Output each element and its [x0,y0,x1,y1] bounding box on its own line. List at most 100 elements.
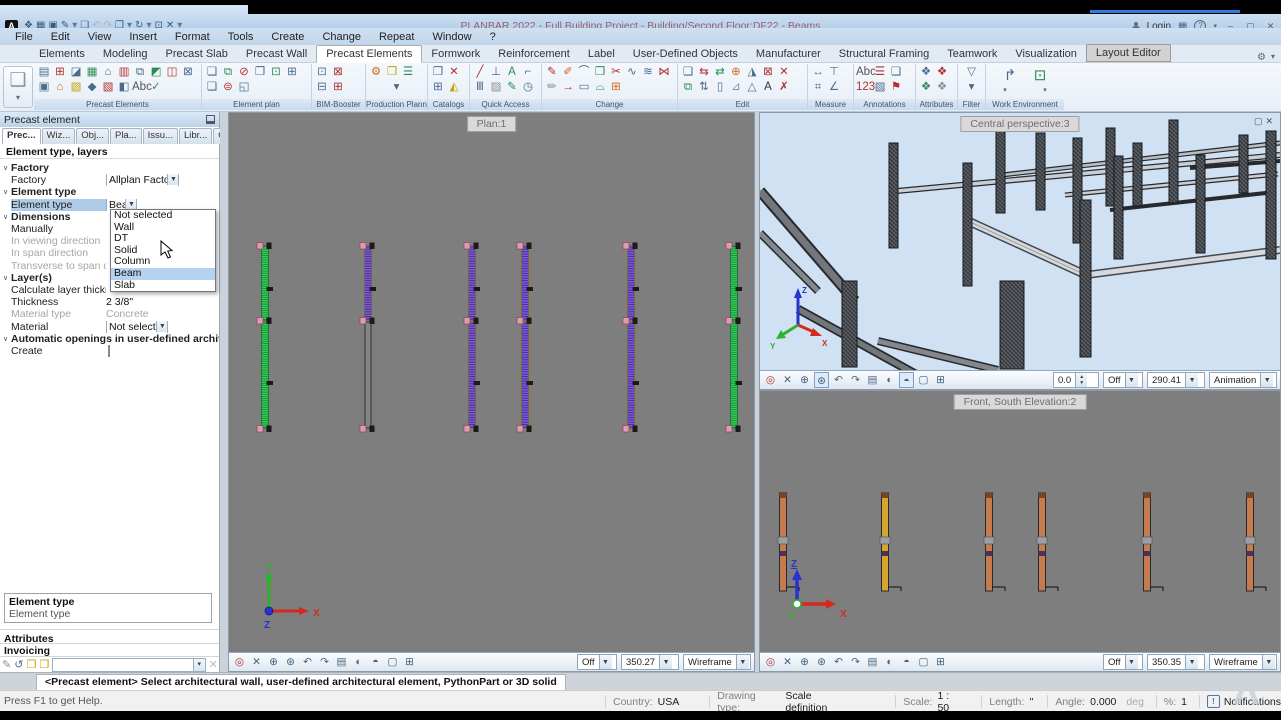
prop-row-thickness[interactable]: Thickness 2 3/8" [0,296,219,308]
work-env-icon[interactable]: ↱ [999,66,1021,86]
viewport-tool-icon[interactable]: ⊞ [402,654,417,670]
ribbon-icon[interactable]: ▭ [576,80,592,95]
ribbon-icon[interactable]: ⋈ [656,65,672,80]
ribbon-icon[interactable]: ⚑ [888,80,904,95]
chevron-down-icon[interactable]: ▾ [1271,52,1275,63]
gear-icon[interactable]: ⚙ [1257,52,1266,63]
ribbon-icon[interactable]: ◭ [446,80,462,95]
ribbon-icon[interactable]: → [560,80,576,95]
create-checkbox[interactable] [108,345,110,357]
elevation-canvas[interactable]: Z X Y [760,391,1280,651]
chevron-down-icon[interactable]: ▾ [1037,87,1053,95]
menu-item[interactable]: Edit [42,31,79,43]
viewport-tool-icon[interactable]: ✕ [780,654,795,670]
viewport-tool-icon[interactable]: ◎ [232,654,247,670]
drawing-aid-select[interactable]: Off▼ [1103,654,1143,670]
dropdown-item[interactable]: Slab [111,280,215,292]
ribbon-tab[interactable]: Teamwork [938,46,1006,62]
ribbon-icon[interactable]: ⊤ [826,65,842,80]
combo-arrow-icon[interactable]: ▼ [125,199,136,210]
menu-item[interactable]: Insert [120,31,166,43]
viewport-tool-icon[interactable]: ▤ [865,654,880,670]
viewport-tool-icon[interactable]: ↶ [831,372,846,388]
scale-value[interactable]: 1 : 50 [937,690,963,714]
percent-value[interactable]: 1 [1181,696,1187,708]
ribbon-icon[interactable]: ⧉ [132,65,148,80]
viewport-tool-icon[interactable]: ▤ [334,654,349,670]
viewport-tool-icon[interactable]: ◐ [351,654,366,670]
perspective-canvas[interactable]: Z X Y [760,113,1280,370]
ribbon-icon[interactable]: ⌐ [520,65,536,80]
ribbon-icon[interactable]: ❏ [204,65,220,80]
length-value[interactable]: '' [1029,696,1033,708]
ribbon-icon[interactable]: ◷ [520,80,536,95]
viewport-tool-icon[interactable]: ⊕ [797,654,812,670]
ribbon-icon[interactable]: ⊡ [314,65,330,80]
ribbon-icon[interactable]: Abc [856,65,872,80]
ribbon-icon[interactable]: ↔ [810,65,826,80]
ribbon-tab[interactable]: User-Defined Objects [624,46,747,62]
drawing-type-value[interactable]: Scale definition [785,690,855,714]
ribbon-icon[interactable]: ❏ [680,65,696,80]
edit-icon[interactable]: ✎ [2,658,11,672]
ribbon-icon[interactable]: A [760,80,776,95]
ribbon-tab[interactable]: Formwork [422,46,489,62]
prop-row-factory[interactable]: Factory Allplan Factory▼ [0,174,219,186]
ribbon-icon[interactable]: ✐ [560,65,576,80]
ribbon-icon[interactable]: ⧉ [220,65,236,80]
menu-item[interactable]: ? [481,31,505,43]
viewport-tool-icon[interactable]: ⊞ [933,372,948,388]
viewport-tool-icon[interactable]: ✕ [249,654,264,670]
ribbon-icon[interactable]: ✎ [504,80,520,95]
render-mode-select[interactable]: Wireframe▼ [683,654,751,670]
ribbon-icon[interactable]: ∿ [624,65,640,80]
ribbon-icon[interactable]: ⊠ [330,65,346,80]
ribbon-icon[interactable]: ⊞ [52,65,68,80]
viewport-perspective[interactable]: Z X Y Central perspective:3 ▢✕ ◎✕⊕⊛↶↷▤◐◓… [759,112,1281,390]
combo-arrow-icon[interactable]: ▼ [156,321,167,332]
viewport-tool-icon[interactable]: ▢ [385,654,400,670]
material-combobox[interactable]: Not selected▼ [106,321,168,333]
viewport-tool-icon[interactable]: ⊕ [266,654,281,670]
ribbon-tab[interactable]: Structural Framing [830,46,938,62]
palette-tab-plans[interactable]: Pla... [110,128,142,144]
drawing-aid-select[interactable]: Off▼ [1103,372,1143,388]
work-env-icon[interactable]: ⊡ [1029,66,1051,86]
ribbon-icon[interactable]: ❐ [592,65,608,80]
close-icon[interactable]: ✕ [1265,116,1276,126]
menu-item[interactable]: Change [313,31,370,43]
ribbon-icon[interactable]: ◱ [236,80,252,95]
group-row-element-type[interactable]: ∨ Element type [0,186,219,198]
palette-tab-precast[interactable]: Prec... [2,128,41,144]
ribbon-icon[interactable]: ⊞ [284,65,300,80]
ribbon-icon[interactable]: ⊥ [488,65,504,80]
menu-item[interactable]: View [79,31,121,43]
viewport-tool-icon[interactable]: ↷ [848,654,863,670]
ribbon-tab[interactable]: Modeling [94,46,157,62]
angle-value[interactable]: 0.000 [1090,696,1116,708]
ribbon-icon[interactable]: ❖ [934,80,950,95]
dropdown-item[interactable]: Not selected [111,210,215,222]
chevron-down-icon[interactable]: ▾ [964,80,980,95]
render-mode-select[interactable]: Animation▼ [1209,372,1277,388]
ribbon-icon[interactable]: ╱ [472,65,488,80]
ribbon-icon[interactable]: ⌓ [592,80,608,95]
viewport-tool-icon[interactable]: ◎ [763,654,778,670]
notification-icon[interactable]: ! [1207,695,1220,708]
ribbon-icon[interactable]: ❖ [918,65,934,80]
ribbon-icon[interactable]: ⌗ [810,80,826,95]
palette-tab-issues[interactable]: Issu... [143,128,178,144]
ribbon-tab[interactable]: Label [579,46,624,62]
prop-row-create[interactable]: Create [0,345,219,357]
viewport-tool-icon[interactable]: ↶ [300,654,315,670]
prop-row-material[interactable]: Material Not selected▼ [0,320,219,332]
ribbon-icon[interactable]: ⊞ [330,80,346,95]
palette-tab-library[interactable]: Libr... [179,128,212,144]
ribbon-tab[interactable]: Precast Elements [316,45,422,63]
ribbon-icon[interactable]: ⊕ [728,65,744,80]
viewport-tool-icon[interactable]: ◓ [899,372,914,388]
viewport-tool-icon[interactable]: ⊕ [797,372,812,388]
ribbon-icon[interactable]: ≋ [640,65,656,80]
ribbon-icon[interactable]: ✕ [776,65,792,80]
clear-icon[interactable]: ✕ [209,658,218,672]
